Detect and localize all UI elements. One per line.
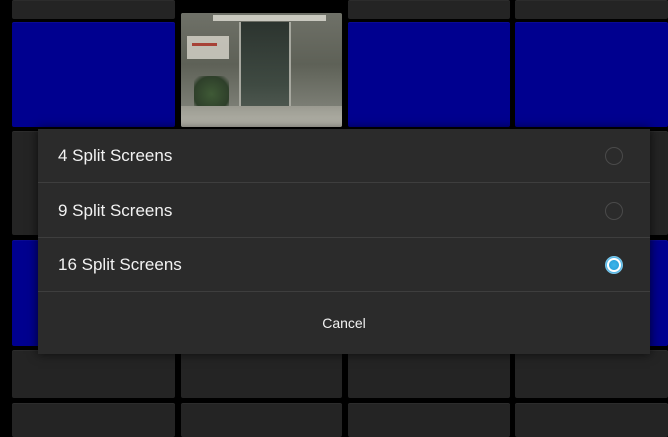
option-label: 4 Split Screens — [58, 146, 173, 165]
option-label: 16 Split Screens — [58, 255, 182, 274]
option-16-split[interactable]: 16 Split Screens — [38, 238, 650, 292]
option-4-split[interactable]: 4 Split Screens — [38, 129, 650, 183]
split-mode-dialog: 4 Split Screens 9 Split Screens 16 Split… — [38, 129, 650, 354]
split-screen-view: 4 Split Screens 9 Split Screens 16 Split… — [0, 0, 668, 437]
radio-unchecked-icon[interactable] — [605, 202, 623, 220]
option-label: 9 Split Screens — [58, 201, 173, 220]
option-9-split[interactable]: 9 Split Screens — [38, 184, 650, 238]
cancel-button[interactable]: Cancel — [38, 292, 650, 354]
radio-checked-icon[interactable] — [605, 256, 623, 274]
radio-unchecked-icon[interactable] — [605, 147, 623, 165]
